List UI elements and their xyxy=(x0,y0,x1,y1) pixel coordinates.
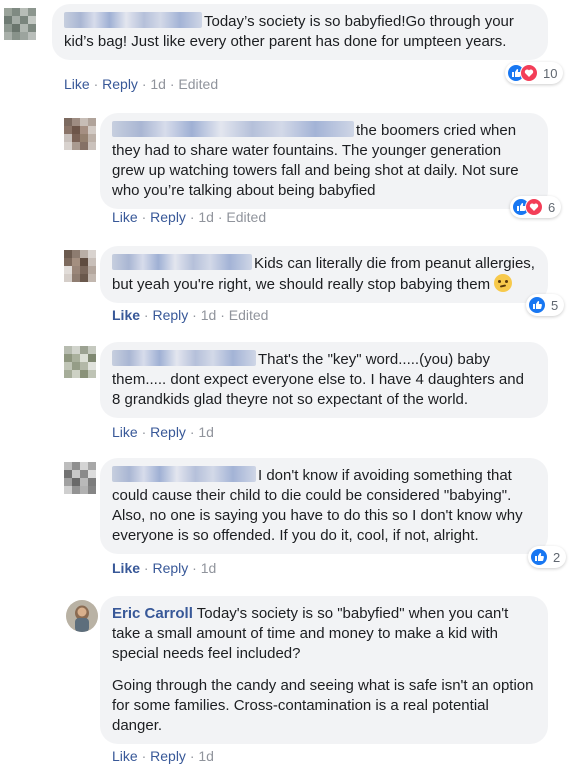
reply-link[interactable]: Reply xyxy=(152,307,188,323)
reply-link[interactable]: Reply xyxy=(150,209,186,225)
comment-bubble: Eric Carroll Today's society is so "baby… xyxy=(100,596,548,744)
rolling-eyes-emoji xyxy=(494,274,513,292)
reply-link[interactable]: Reply xyxy=(102,76,138,92)
comment-actions: Like · Reply · 1d · Edited xyxy=(112,209,267,225)
commenter-name[interactable]: Eric Carroll xyxy=(112,605,193,622)
reply-link[interactable]: Reply xyxy=(150,424,186,440)
avatar[interactable] xyxy=(64,250,96,282)
profile-photo xyxy=(66,600,98,632)
avatar[interactable] xyxy=(64,346,96,378)
reactions-summary[interactable]: 6 xyxy=(510,196,562,218)
like-link[interactable]: Like xyxy=(112,424,138,440)
timestamp[interactable]: 1d xyxy=(150,76,166,92)
avatar[interactable] xyxy=(66,600,98,632)
love-icon xyxy=(520,64,538,82)
timestamp[interactable]: 1d xyxy=(198,748,214,764)
commenter-name-redacted[interactable] xyxy=(64,12,202,28)
avatar[interactable] xyxy=(64,462,96,494)
avatar[interactable] xyxy=(64,118,96,150)
reactions-summary[interactable]: 10 xyxy=(505,62,564,84)
commenter-name-redacted[interactable] xyxy=(112,350,256,366)
like-link[interactable]: Like xyxy=(112,307,140,323)
like-link[interactable]: Like xyxy=(112,748,138,764)
reply-link[interactable]: Reply xyxy=(150,748,186,764)
edited-label[interactable]: Edited xyxy=(178,76,218,92)
comment-bubble: Today’s society is so babyfied!Go throug… xyxy=(52,4,548,60)
like-icon xyxy=(528,296,546,314)
reaction-count: 2 xyxy=(553,549,561,565)
timestamp[interactable]: 1d xyxy=(201,560,217,576)
comment-actions: Like · Reply · 1d xyxy=(112,748,214,764)
commenter-name-redacted[interactable] xyxy=(112,466,256,482)
reaction-count: 5 xyxy=(551,297,559,313)
comment-actions: Like · Reply · 1d xyxy=(112,560,217,576)
comment-text-paragraph-2: Going through the candy and seeing what … xyxy=(112,677,534,734)
comment-actions: Like · Reply · 1d · Edited xyxy=(112,307,269,323)
like-icon xyxy=(530,548,548,566)
comment-actions: Like · Reply · 1d · Edited xyxy=(64,76,219,92)
edited-label[interactable]: Edited xyxy=(226,209,266,225)
like-link[interactable]: Like xyxy=(112,209,138,225)
timestamp[interactable]: 1d xyxy=(201,307,217,323)
commenter-name-redacted[interactable] xyxy=(112,254,252,270)
like-link[interactable]: Like xyxy=(64,76,90,92)
timestamp[interactable]: 1d xyxy=(198,424,214,440)
comment-actions: Like · Reply · 1d xyxy=(112,424,214,440)
edited-label[interactable]: Edited xyxy=(229,307,269,323)
love-icon xyxy=(525,198,543,216)
comment-bubble: I don't know if avoiding something that … xyxy=(100,458,548,554)
reaction-count: 10 xyxy=(543,65,558,81)
reaction-count: 6 xyxy=(548,199,556,215)
comment-bubble: Kids can literally die from peanut aller… xyxy=(100,246,548,303)
reply-link[interactable]: Reply xyxy=(152,560,188,576)
reactions-summary[interactable]: 5 xyxy=(526,294,565,316)
reactions-summary[interactable]: 2 xyxy=(528,546,567,568)
comment-bubble: the boomers cried when they had to share… xyxy=(100,113,548,209)
commenter-name-redacted[interactable] xyxy=(112,121,354,137)
avatar[interactable] xyxy=(4,8,36,40)
comment-bubble: That's the "key" word.....(you) baby the… xyxy=(100,342,548,418)
like-link[interactable]: Like xyxy=(112,560,140,576)
timestamp[interactable]: 1d xyxy=(198,209,214,225)
